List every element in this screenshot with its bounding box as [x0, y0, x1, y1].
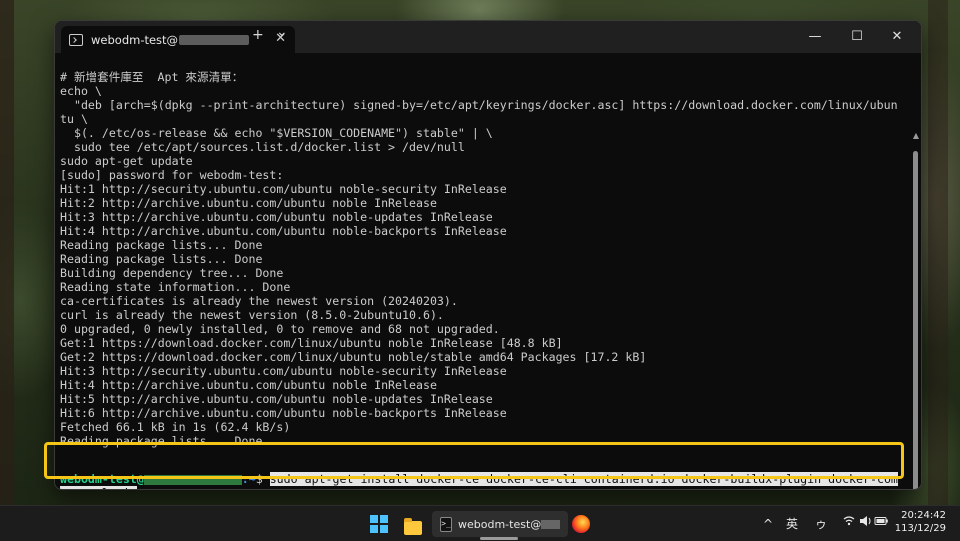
new-tab-button[interactable]: +	[252, 27, 264, 43]
terminal-icon: >_	[440, 516, 452, 532]
terminal-line: sudo tee /etc/apt/sources.list.d/docker.…	[60, 140, 465, 154]
tree-trunk	[0, 0, 14, 505]
tab-dropdown-button[interactable]: ⌄	[276, 24, 288, 40]
terminal-line: Reading package lists... Done	[60, 238, 263, 252]
tree-trunk	[928, 0, 948, 505]
terminal-line: $(. /etc/os-release && echo "$VERSION_CO…	[60, 126, 493, 140]
terminal-line: curl is already the newest version (8.5.…	[60, 308, 444, 322]
prompt-user: webodm-test@	[60, 472, 144, 486]
command-text[interactable]: sudo apt-get install docker-ce docker-ce…	[269, 472, 898, 486]
terminal-line: echo \	[60, 84, 102, 98]
volume-icon	[860, 516, 867, 526]
tray-overflow-chevron-icon[interactable]: ^	[763, 511, 773, 537]
title-bar[interactable]: webodm-test@ ✕ + ⌄ — ☐ ✕	[55, 21, 921, 53]
start-button[interactable]	[370, 511, 388, 537]
terminal-line: [sudo] password for webodm-test:	[60, 168, 284, 182]
terminal-line: Reading package lists... Done	[60, 252, 263, 266]
terminal-taskbar-label: webodm-test@	[457, 517, 542, 531]
scroll-up-arrow-icon[interactable]: ▲	[913, 131, 919, 140]
taskbar: >_ webodm-test@ ^ 英 ゥ 20:24:42 113/12/29	[0, 505, 960, 541]
windows-start-icon	[370, 515, 388, 533]
file-explorer-button[interactable]	[404, 515, 422, 541]
terminal-line: Reading package lists... Done	[60, 434, 263, 448]
wifi-icon	[843, 516, 888, 526]
terminal-line: Fetched 66.1 kB in 1s (62.4 kB/s)	[60, 420, 291, 434]
prompt-path: :~	[241, 472, 256, 486]
terminal-line: 0 upgraded, 0 newly installed, 0 to remo…	[60, 322, 500, 336]
command-text-continued[interactable]: pose-plugin	[60, 486, 137, 489]
output-lines: # 新增套件庫至 Apt 來源清單： echo \ "deb [arch=$(dp…	[60, 70, 906, 448]
terminal-icon	[69, 33, 83, 46]
prompt-symbol: $	[255, 472, 263, 486]
terminal-line: Hit:4 http://archive.ubuntu.com/ubuntu n…	[60, 378, 437, 392]
terminal-line: Hit:1 http://security.ubuntu.com/ubuntu …	[60, 182, 507, 196]
ime-language-indicator[interactable]: 英	[786, 511, 798, 537]
terminal-line: Hit:5 http://archive.ubuntu.com/ubuntu n…	[60, 392, 493, 406]
redacted-host	[179, 34, 250, 45]
redacted-host	[541, 519, 560, 529]
terminal-line: "deb [arch=$(dpkg --print-architecture) …	[60, 98, 898, 112]
firefox-button[interactable]	[572, 511, 590, 537]
system-tray-icons[interactable]	[843, 511, 889, 537]
terminal-line: Hit:3 http://security.ubuntu.com/ubuntu …	[60, 364, 507, 378]
terminal-line: Hit:4 http://archive.ubuntu.com/ubuntu n…	[60, 224, 507, 238]
firefox-icon	[572, 515, 590, 533]
terminal-line: Reading state information... Done	[60, 280, 291, 294]
ime-mode-indicator[interactable]: ゥ	[815, 511, 827, 537]
terminal-line: Hit:6 http://archive.ubuntu.com/ubuntu n…	[60, 406, 507, 420]
minimize-button[interactable]: —	[795, 24, 835, 50]
redacted-host	[143, 474, 242, 485]
terminal-line: Hit:3 http://archive.ubuntu.com/ubuntu n…	[60, 210, 493, 224]
terminal-output[interactable]: # 新增套件庫至 Apt 來源清單： echo \ "deb [arch=$(dp…	[55, 53, 921, 489]
terminal-line: sudo apt-get update	[60, 154, 193, 168]
tab-title: webodm-test@	[91, 32, 179, 47]
close-button[interactable]: ✕	[877, 24, 917, 50]
command-prompt[interactable]: webodm-test@ :~$ sudo apt-get install doc…	[55, 472, 907, 489]
terminal-line: Get:2 https://download.docker.com/linux/…	[60, 350, 647, 364]
file-explorer-icon	[404, 518, 422, 535]
maximize-button[interactable]: ☐	[837, 24, 877, 50]
scrollbar-thumb[interactable]	[913, 151, 918, 489]
terminal-line: # 新增套件庫至 Apt 來源清單：	[60, 70, 244, 84]
terminal-line: Hit:2 http://archive.ubuntu.com/ubuntu n…	[60, 196, 437, 210]
terminal-line: ca-certificates is already the newest ve…	[60, 294, 458, 308]
clock-date: 113/12/29	[894, 523, 946, 534]
terminal-line: tu \	[60, 112, 88, 126]
system-clock[interactable]: 20:24:42 113/12/29	[895, 509, 946, 535]
clock-time: 20:24:42	[901, 510, 946, 521]
terminal-line: Building dependency tree... Done	[60, 266, 284, 280]
terminal-window[interactable]: webodm-test@ ✕ + ⌄ — ☐ ✕ # 新增套件庫至 Apt 來源…	[54, 20, 922, 490]
terminal-line: Get:1 https://download.docker.com/linux/…	[60, 336, 563, 350]
terminal-taskbar-button[interactable]: >_ webodm-test@	[432, 511, 568, 540]
